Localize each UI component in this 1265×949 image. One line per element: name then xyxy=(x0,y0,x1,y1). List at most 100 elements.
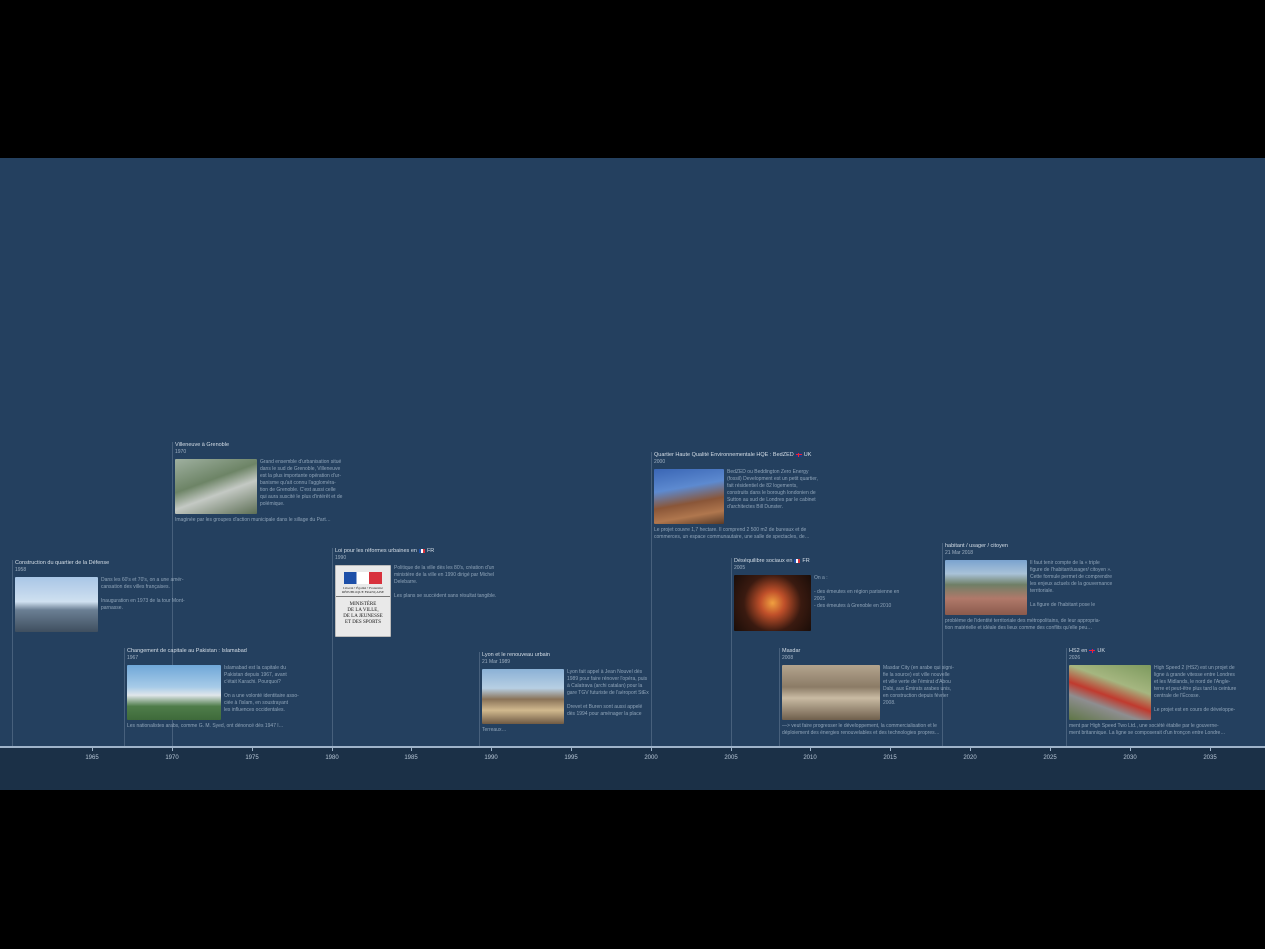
tick xyxy=(1130,746,1131,751)
tick-label: 2015 xyxy=(883,755,897,761)
tick-label: 1965 xyxy=(85,755,99,761)
tick xyxy=(411,746,412,751)
event-description: High Speed 2 (HS2) est un projet de ligne… xyxy=(1154,665,1237,713)
event-marker-line xyxy=(779,648,780,746)
tick-label: 1970 xyxy=(165,755,179,761)
event-title: Changement de capitale au Pakistan : Isl… xyxy=(127,648,247,654)
tick-label: 2005 xyxy=(724,755,738,761)
event-date: 2026 xyxy=(1069,655,1081,661)
event-marker-line xyxy=(651,452,652,746)
event-title: Quartier Haute Qualité Environnementale … xyxy=(654,452,812,458)
timeline-event-bedzed[interactable]: Quartier Haute Qualité Environnementale … xyxy=(651,452,839,746)
tick xyxy=(92,746,93,751)
event-title: Masdar xyxy=(782,648,801,654)
event-date: 1958 xyxy=(15,567,27,573)
event-title: Loi pour les réformes urbaines en FR xyxy=(335,548,435,554)
event-date: 2005 xyxy=(734,565,746,571)
tick xyxy=(731,746,732,751)
tick-label: 2010 xyxy=(803,755,817,761)
event-more-text: Les nationalistes arabs, comme G. M. Sye… xyxy=(127,723,284,729)
event-more-text: Le projet couvre 1,7 hectare. Il compren… xyxy=(654,527,810,540)
event-marker-line xyxy=(124,648,125,746)
timeline-event-lyon[interactable]: Lyon et le renouveau urbain 21 Mar 1989 … xyxy=(479,652,667,746)
timeline-event-desequilibre-sociaux[interactable]: Déséquilibre sociaux en FR 2005 On a :- d… xyxy=(731,558,924,746)
tick xyxy=(332,746,333,751)
uk-flag-icon xyxy=(1089,648,1096,653)
tick-label: 1975 xyxy=(245,755,259,761)
event-description: Grand ensemble d'urbanisation situé dans … xyxy=(260,459,343,507)
event-description: Il faut tenir compte de la « triple figur… xyxy=(1030,560,1113,608)
event-marker-line xyxy=(12,560,13,746)
event-more-text: problème de l'identité territoriale des … xyxy=(945,618,1101,631)
event-marker-line xyxy=(942,543,943,746)
tick xyxy=(1210,746,1211,751)
event-title: habitant / usager / citoyen xyxy=(945,543,1008,549)
event-date: 21 Mar 2018 xyxy=(945,550,974,556)
event-more-text: Imaginée par les groupes d'action munici… xyxy=(175,517,331,523)
event-date: 1990 xyxy=(335,555,347,561)
event-title: Villeneuve à Grenoble xyxy=(175,442,230,448)
tick-label: 1990 xyxy=(484,755,498,761)
event-description: Lyon fait appel à Jean Nouvel dès 1989 po… xyxy=(567,669,649,717)
la-defense-image xyxy=(15,577,98,632)
event-marker-line xyxy=(332,548,333,746)
timeline-axis[interactable]: 1965 1970 1975 1980 1985 1990 1995 2000 … xyxy=(0,746,1265,790)
tick-label: 2035 xyxy=(1203,755,1217,761)
timeline-event-villeneuve[interactable]: Villeneuve à Grenoble 1970 Grand ensembl… xyxy=(172,442,360,746)
france-flag-icon xyxy=(794,558,801,563)
event-description: On a :- des émeutes en région parisienne… xyxy=(814,575,900,609)
event-date: 1967 xyxy=(127,655,139,661)
event-marker-line xyxy=(731,558,732,746)
event-description: Islamabad est la capitale du Pakistan dep… xyxy=(224,665,299,713)
event-title: HS2 en UK xyxy=(1069,648,1105,654)
timeline-stage[interactable]: 1965 1970 1975 1980 1985 1990 1995 2000 … xyxy=(0,158,1265,790)
tick xyxy=(890,746,891,751)
event-more-text: —> veut faire progresser le développemen… xyxy=(782,723,940,736)
timeline-event-loi-reformes-urbaines[interactable]: Loi pour les réformes urbaines en FR 1990… xyxy=(332,548,520,746)
villeneuve-image xyxy=(175,459,257,514)
islamabad-image xyxy=(127,665,221,720)
tick-label: 2030 xyxy=(1123,755,1137,761)
tick xyxy=(1050,746,1051,751)
tick-label: 2025 xyxy=(1043,755,1057,761)
tick-label: 1995 xyxy=(564,755,578,761)
event-date: 2008 xyxy=(782,655,794,661)
event-title: Lyon et le renouveau urbain xyxy=(482,652,550,658)
axis-line xyxy=(0,746,1265,748)
tick xyxy=(571,746,572,751)
tick xyxy=(491,746,492,751)
grenoble-city-image xyxy=(945,560,1027,615)
event-more-text: Terreaux… xyxy=(482,727,507,733)
hs2-train-image xyxy=(1069,665,1151,720)
tick xyxy=(252,746,253,751)
timeline-event-habitant-usager-citoyen[interactable]: habitant / usager / citoyen 21 Mar 2018 … xyxy=(942,543,1135,746)
ministere-ville-logo: Liberté • Égalité • Fraternité RÉPUBLIQU… xyxy=(335,565,391,637)
france-flag-icon xyxy=(418,548,425,553)
tick-label: 2000 xyxy=(644,755,658,761)
tick xyxy=(970,746,971,751)
timeline-event-la-defense[interactable]: Construction du quartier de la Défense 1… xyxy=(12,560,205,746)
tick xyxy=(651,746,652,751)
event-description: BedZED ou Beddington Zero Energy (fossil)… xyxy=(727,469,818,510)
event-title: Construction du quartier de la Défense xyxy=(15,560,110,566)
uk-flag-icon xyxy=(795,452,802,457)
bedzed-image xyxy=(654,469,724,524)
tick-label: 1985 xyxy=(404,755,418,761)
event-title: Déséquilibre sociaux en FR xyxy=(734,558,810,564)
tick xyxy=(172,746,173,751)
event-description: Masdar City (en arabe qui signi-fie la s… xyxy=(883,665,954,706)
tick-label: 1980 xyxy=(325,755,339,761)
event-more-text: ment par High Speed Two Ltd., une sociét… xyxy=(1069,723,1226,736)
lyon-opera-image xyxy=(482,669,564,724)
event-date: 2000 xyxy=(654,459,666,465)
event-date: 1970 xyxy=(175,449,187,455)
event-marker-line xyxy=(1066,648,1067,746)
timeline-event-hs2[interactable]: HS2 en UK 2026 High Speed 2 (HS2) est un … xyxy=(1066,648,1259,746)
event-description: Politique de la ville dès les 80's, créa… xyxy=(394,565,497,599)
timeline-event-masdar[interactable]: Masdar 2008 Masdar City (en arabe qui si… xyxy=(779,648,967,746)
timeline-event-islamabad[interactable]: Changement de capitale au Pakistan : Isl… xyxy=(124,648,317,746)
riots-image xyxy=(734,575,811,631)
tick-label: 2020 xyxy=(963,755,977,761)
masdar-image xyxy=(782,665,880,720)
tick xyxy=(810,746,811,751)
